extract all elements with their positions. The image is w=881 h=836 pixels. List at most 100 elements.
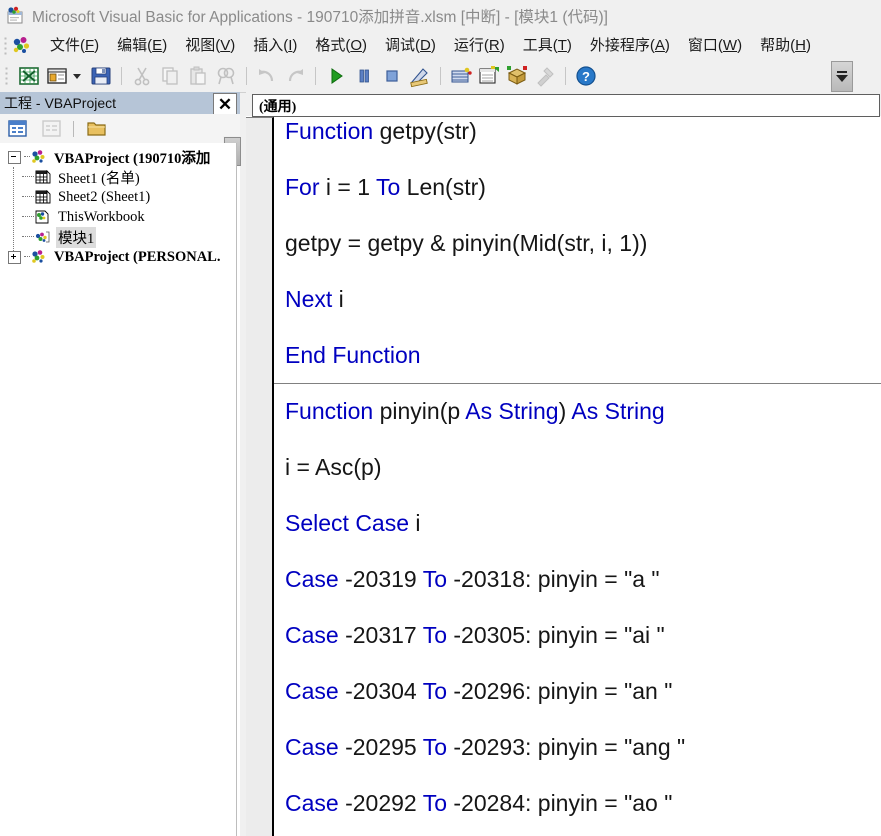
code-line[interactable]: getpy = getpy & pinyin(Mid(str, i, 1)) — [285, 229, 647, 257]
code-line[interactable]: Function pinyin(p As String) As String — [285, 397, 665, 425]
toolbar-separator — [315, 67, 316, 85]
design-mode-icon[interactable] — [408, 64, 432, 88]
menu-item-insert[interactable]: 插入(I) — [244, 35, 306, 57]
cut-icon[interactable] — [130, 64, 154, 88]
code-keyword: End Function — [285, 342, 421, 368]
tree-item-sheet1[interactable]: Sheet1 (名单) — [0, 167, 236, 187]
worksheet-icon — [34, 169, 52, 185]
redo-icon[interactable] — [283, 64, 307, 88]
toolbar-grip[interactable] — [5, 67, 9, 85]
expander-plus-icon[interactable] — [8, 251, 21, 264]
code-identifier: i = Asc(p) — [285, 454, 382, 480]
view-code-icon[interactable] — [6, 118, 30, 140]
tree-item-module1[interactable]: 模块1 — [0, 227, 236, 247]
tree-item-vbaproject-personal[interactable]: VBAProject (PERSONAL. — [0, 247, 236, 267]
code-keyword: To — [423, 790, 447, 816]
properties-window-icon[interactable] — [477, 64, 501, 88]
code-identifier: getpy(str) — [373, 118, 477, 144]
code-line[interactable]: Next i — [285, 285, 344, 313]
paste-icon[interactable] — [186, 64, 210, 88]
view-excel-icon[interactable] — [17, 64, 41, 88]
tree-item-label: Sheet1 (名单) — [56, 167, 142, 188]
code-keyword: Case — [285, 790, 339, 816]
menu-item-addins[interactable]: 外接程序(A) — [581, 35, 679, 57]
toolbox-icon[interactable] — [533, 64, 557, 88]
tree-item-vbaproject-main[interactable]: VBAProject (190710添加 — [0, 147, 236, 167]
menu-item-edit[interactable]: 编辑(E) — [108, 35, 176, 57]
insert-userform-icon[interactable] — [45, 64, 69, 88]
toolbar-separator — [246, 67, 247, 85]
code-keyword: Function — [285, 118, 373, 144]
insert-dropdown-arrow[interactable] — [71, 64, 84, 88]
tree-item-label: 模块1 — [56, 227, 96, 248]
vba-ide-window: Microsoft Visual Basic for Applications … — [0, 0, 881, 836]
project-icon — [30, 149, 48, 165]
undo-icon[interactable] — [255, 64, 279, 88]
menu-item-help[interactable]: 帮助(H) — [751, 35, 820, 57]
project-explorer-icon[interactable] — [449, 64, 473, 88]
toolbar-separator — [565, 67, 566, 85]
code-keyword: To — [423, 622, 447, 648]
code-identifier: -20319 — [339, 566, 423, 592]
menu-item-run[interactable]: 运行(R) — [445, 35, 514, 57]
code-line[interactable]: Case -20317 To -20305: pinyin = "ai " — [285, 621, 665, 649]
tree-item-label: Sheet2 (Sheet1) — [56, 189, 152, 206]
code-keyword: To — [376, 174, 400, 200]
toolbar-separator — [440, 67, 441, 85]
object-combo-value: (通用) — [259, 96, 296, 116]
menu-item-format[interactable]: 格式(O) — [306, 35, 376, 57]
menu-item-tools[interactable]: 工具(T) — [514, 35, 581, 57]
tree-item-sheet2[interactable]: Sheet2 (Sheet1) — [0, 187, 236, 207]
standard-toolbar: ? — [0, 60, 881, 93]
save-icon[interactable] — [89, 64, 113, 88]
stop-icon[interactable] — [380, 64, 404, 88]
code-line[interactable]: Case -20304 To -20296: pinyin = "an " — [285, 677, 672, 705]
run-icon[interactable] — [324, 64, 348, 88]
worksheet-icon — [34, 189, 52, 205]
code-line[interactable]: Case -20295 To -20293: pinyin = "ang " — [285, 733, 685, 761]
menubar-grip[interactable] — [4, 37, 8, 55]
pause-icon[interactable] — [352, 64, 376, 88]
code-line[interactable]: Case -20319 To -20318: pinyin = "a " — [285, 565, 660, 593]
tree-connector — [22, 236, 34, 238]
copy-icon[interactable] — [158, 64, 182, 88]
toolbar-separator — [121, 67, 122, 85]
menu-item-file[interactable]: 文件(F) — [41, 35, 108, 57]
module-icon — [34, 229, 52, 245]
toggle-folders-icon[interactable] — [85, 118, 109, 140]
menu-item-window[interactable]: 窗口(W) — [679, 35, 751, 57]
menu-item-view[interactable]: 视图(V) — [176, 35, 244, 57]
code-line[interactable]: i = Asc(p) — [285, 453, 382, 481]
menu-item-debug[interactable]: 调试(D) — [376, 35, 445, 57]
project-explorer-panel: 工程 - VBAProject ✕ — [0, 92, 240, 836]
code-editor[interactable]: Function getpy(str) For i = 1 To Len(str)… — [246, 117, 881, 836]
code-line[interactable]: Select Case i — [285, 509, 421, 537]
object-browser-icon[interactable] — [505, 64, 529, 88]
close-icon[interactable]: ✕ — [213, 93, 237, 115]
code-line[interactable]: Function getpy(str) — [285, 117, 477, 145]
toolbar-overflow-chevron[interactable] — [831, 61, 853, 92]
code-margin-indicator-bar[interactable] — [246, 117, 274, 836]
expander-minus-icon[interactable] — [8, 151, 21, 164]
code-identifier: -20296: pinyin = "an " — [447, 678, 672, 704]
code-keyword: For — [285, 174, 320, 200]
code-text[interactable]: Function getpy(str) For i = 1 To Len(str)… — [285, 117, 881, 836]
code-line[interactable]: End Function — [285, 341, 421, 369]
code-line[interactable]: Case -20292 To -20284: pinyin = "ao " — [285, 789, 672, 817]
workbook-icon — [34, 209, 52, 225]
find-icon[interactable] — [214, 64, 238, 88]
help-icon[interactable]: ? — [574, 64, 598, 88]
code-identifier: i — [332, 286, 344, 312]
tree-item-thisworkbook[interactable]: ThisWorkbook — [0, 207, 236, 227]
code-identifier: -20318: pinyin = "a " — [447, 566, 660, 592]
object-combo-box[interactable]: (通用) — [252, 94, 880, 117]
menu-bar: 文件(F) 编辑(E) 视图(V) 插入(I) 格式(O) 调试(D) 运行(R… — [0, 31, 881, 60]
code-identifier: -20317 — [339, 622, 423, 648]
svg-text:?: ? — [582, 69, 590, 84]
code-keyword: Next — [285, 286, 332, 312]
code-keyword: Case — [285, 622, 339, 648]
code-line[interactable]: For i = 1 To Len(str) — [285, 173, 486, 201]
code-identifier: i = 1 — [320, 174, 376, 200]
code-identifier: -20293: pinyin = "ang " — [447, 734, 685, 760]
view-object-icon[interactable] — [40, 118, 64, 140]
